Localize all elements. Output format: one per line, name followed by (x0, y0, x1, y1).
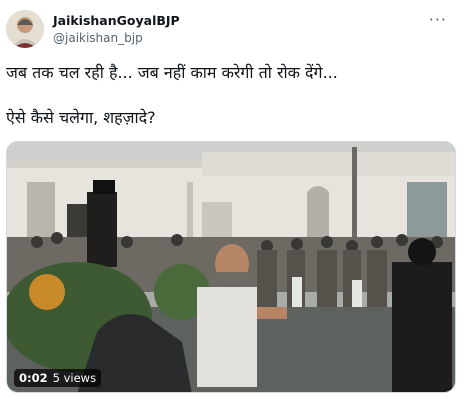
video-player[interactable] (6, 141, 456, 393)
more-options-icon[interactable]: ··· (429, 10, 447, 29)
tweet-text-line-1: जब तक चल रही है... जब नहीं काम करेगी तो … (6, 63, 338, 82)
tweet-header: JaikishanGoyalBJP @jaikishan_bjp ··· (0, 0, 465, 56)
author-handle[interactable]: @jaikishan_bjp (53, 31, 143, 45)
tweet-text-line-2: ऐसे कैसे चलेगा, शहज़ादे? (6, 108, 156, 127)
video-duration-badge: 0:02 5 views (14, 369, 102, 387)
video-duration: 0:02 (19, 371, 48, 385)
author-name[interactable]: JaikishanGoyalBJP (53, 13, 180, 28)
video-views: 5 views (52, 371, 97, 385)
video-frame (7, 142, 455, 392)
avatar[interactable] (6, 10, 44, 48)
